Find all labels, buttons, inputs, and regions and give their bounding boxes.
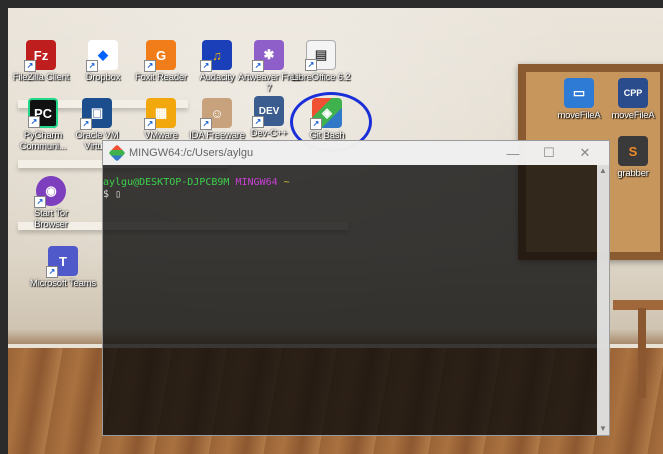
prompt-user-host: aylgu@DESKTOP-DJPCB9M bbox=[103, 177, 230, 188]
prompt-env: MINGW64 bbox=[235, 177, 278, 188]
filezilla-icon: Fz ↗ bbox=[24, 40, 56, 72]
scroll-up-icon[interactable]: ▲ bbox=[597, 165, 609, 177]
desktop-icon-label: Microsoft Teams bbox=[30, 278, 96, 289]
libreoffice-icon: ▤ ↗ bbox=[305, 40, 336, 71]
git-bash-icon bbox=[108, 144, 126, 162]
minimize-button[interactable]: — bbox=[495, 141, 531, 165]
terminal-scrollbar[interactable]: ▲ ▼ bbox=[597, 165, 609, 435]
desktop-icon-libreoffice[interactable]: ▤ ↗ LibreOffice 6.2 bbox=[288, 40, 354, 83]
desktop-icon-movefilea-cpp[interactable]: CPP moveFileA bbox=[600, 78, 663, 121]
window-controls: — ☐ ✕ bbox=[495, 141, 603, 165]
vmware-icon: ▦ ↗ bbox=[144, 98, 176, 130]
desktop-icon-label: moveFileA bbox=[611, 110, 655, 121]
teams-icon: T ↗ bbox=[46, 246, 78, 278]
terminal-titlebar[interactable]: MINGW64:/c/Users/aylgu — ☐ ✕ bbox=[103, 141, 609, 165]
desktop-icon-label: LibreOffice 6.2 bbox=[291, 72, 351, 83]
dev-cpp-icon: DEV ↗ bbox=[252, 96, 284, 128]
ida-icon: ☺ ↗ bbox=[200, 98, 232, 130]
terminal-output[interactable]: aylgu@DESKTOP-DJPCB9M MINGW64 ~ $ ▯ bbox=[103, 165, 597, 435]
desktop-icon-tor[interactable]: ◉ ↗ Start Tor Browser bbox=[18, 176, 84, 230]
virtualbox-icon: ▣ ↗ bbox=[80, 98, 112, 130]
desktop-icon-filezilla[interactable]: Fz ↗ FileZilla Client bbox=[8, 40, 74, 83]
prompt-line: aylgu@DESKTOP-DJPCB9M MINGW64 ~ bbox=[103, 177, 597, 189]
desktop-icon-teams[interactable]: T ↗ Microsoft Teams bbox=[30, 246, 96, 289]
git-bash-terminal-window[interactable]: MINGW64:/c/Users/aylgu — ☐ ✕ aylgu@DESKT… bbox=[102, 140, 610, 436]
cpp-file-icon: CPP bbox=[618, 78, 648, 108]
tor-browser-icon: ◉ ↗ bbox=[34, 176, 66, 208]
prompt-symbol: $ bbox=[103, 189, 110, 200]
desktop-icon-dropbox[interactable]: ◆ ↗ Dropbox bbox=[70, 40, 136, 83]
file-icon: ▭ bbox=[564, 78, 594, 108]
wallpaper-table-leg bbox=[638, 308, 646, 398]
desktop-icon-label: Start Tor Browser bbox=[34, 208, 68, 230]
text-cursor: ▯ bbox=[115, 189, 122, 200]
artweaver-icon: ✱ ↗ bbox=[252, 40, 284, 72]
desktop-icon-label: Dropbox bbox=[85, 72, 121, 83]
desktop-icon-label: FileZilla Client bbox=[12, 72, 70, 83]
input-line[interactable]: $ ▯ bbox=[103, 189, 597, 201]
foxit-reader-icon: G ↗ bbox=[144, 40, 176, 72]
close-button[interactable]: ✕ bbox=[567, 141, 603, 165]
pycharm-icon: PC ↗ bbox=[28, 98, 58, 128]
dropbox-icon: ◆ ↗ bbox=[86, 40, 118, 72]
prompt-path: ~ bbox=[283, 177, 290, 188]
maximize-button[interactable]: ☐ bbox=[531, 141, 567, 165]
audacity-icon: ♫ ↗ bbox=[200, 40, 232, 72]
window-title: MINGW64:/c/Users/aylgu bbox=[129, 147, 254, 159]
sublime-icon: S bbox=[618, 136, 648, 166]
scroll-down-icon[interactable]: ▼ bbox=[597, 423, 609, 435]
